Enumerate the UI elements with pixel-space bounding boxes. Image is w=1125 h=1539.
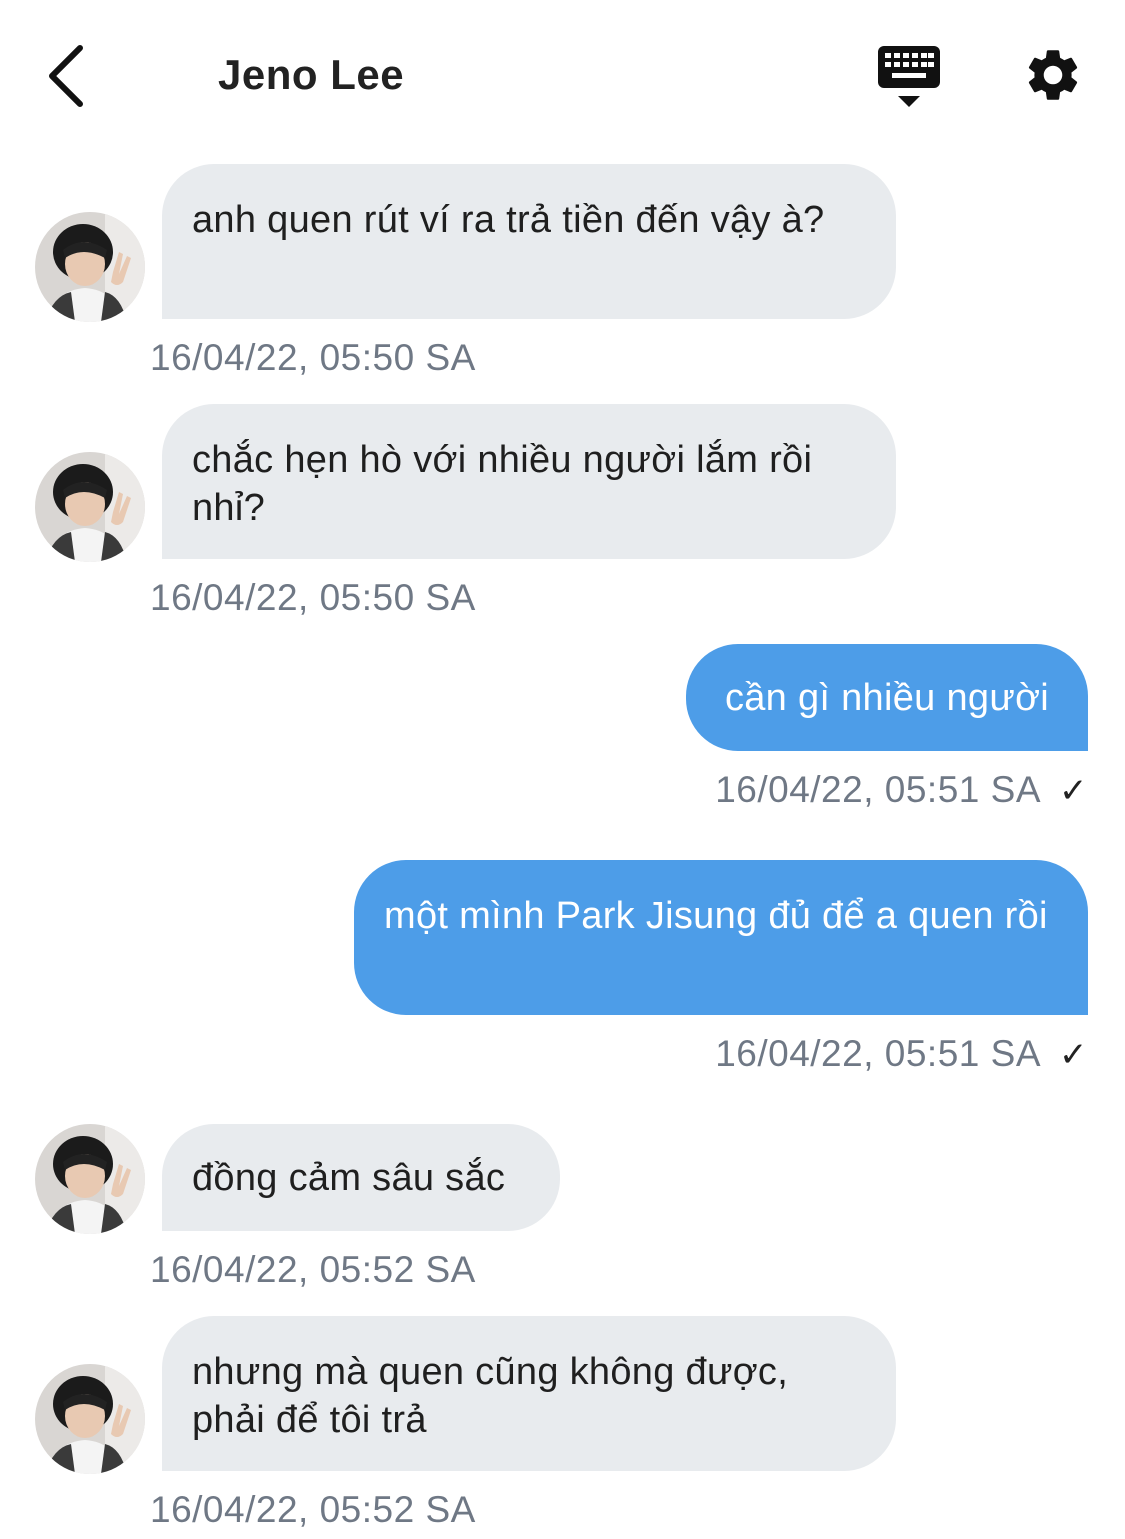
message-timestamp: 16/04/22, 05:51 SA [715,769,1041,810]
keyboard-button[interactable] [876,44,942,110]
contact-avatar-image [35,1364,145,1474]
keyboard-hide-icon [878,46,940,107]
message-bubble[interactable]: đồng cảm sâu sắc [162,1124,560,1231]
avatar[interactable] [35,1124,145,1234]
message-timestamp: 16/04/22, 05:52 SA [150,1489,476,1530]
message-timestamp-row: 16/04/22, 05:51 SA ✓ [715,1032,1088,1077]
avatar[interactable] [35,1364,145,1474]
contact-avatar-image [35,212,145,322]
message-timestamp-row: 16/04/22, 05:51 SA ✓ [715,768,1088,813]
message-timestamp: 16/04/22, 05:51 SA [715,1033,1041,1074]
message-bubble[interactable]: một mình Park Jisung đủ để a quen rồi [354,860,1088,1015]
chat-header: Jeno Lee [0,0,1125,150]
settings-button[interactable] [1022,44,1084,106]
message-bubble[interactable]: cần gì nhiều người [686,644,1088,751]
message-bubble[interactable]: nhưng mà quen cũng không được, phải để t… [162,1316,896,1471]
gear-icon [1028,50,1078,100]
avatar[interactable] [35,452,145,562]
sent-check-icon: ✓ [1059,772,1088,810]
chat-title[interactable]: Jeno Lee [218,50,404,100]
chevron-left-icon [49,45,83,107]
avatar[interactable] [35,212,145,322]
message-timestamp: 16/04/22, 05:50 SA [150,577,476,618]
message-bubble[interactable]: anh quen rút ví ra trả tiền đến vậy à? [162,164,896,319]
message-bubble[interactable]: chắc hẹn hò với nhiều người lắm rồi nhỉ? [162,404,896,559]
back-button[interactable] [40,40,100,112]
contact-avatar-image [35,1124,145,1234]
message-timestamp: 16/04/22, 05:52 SA [150,1249,476,1290]
contact-avatar-image [35,452,145,562]
sent-check-icon: ✓ [1059,1036,1088,1074]
message-timestamp: 16/04/22, 05:50 SA [150,337,476,378]
